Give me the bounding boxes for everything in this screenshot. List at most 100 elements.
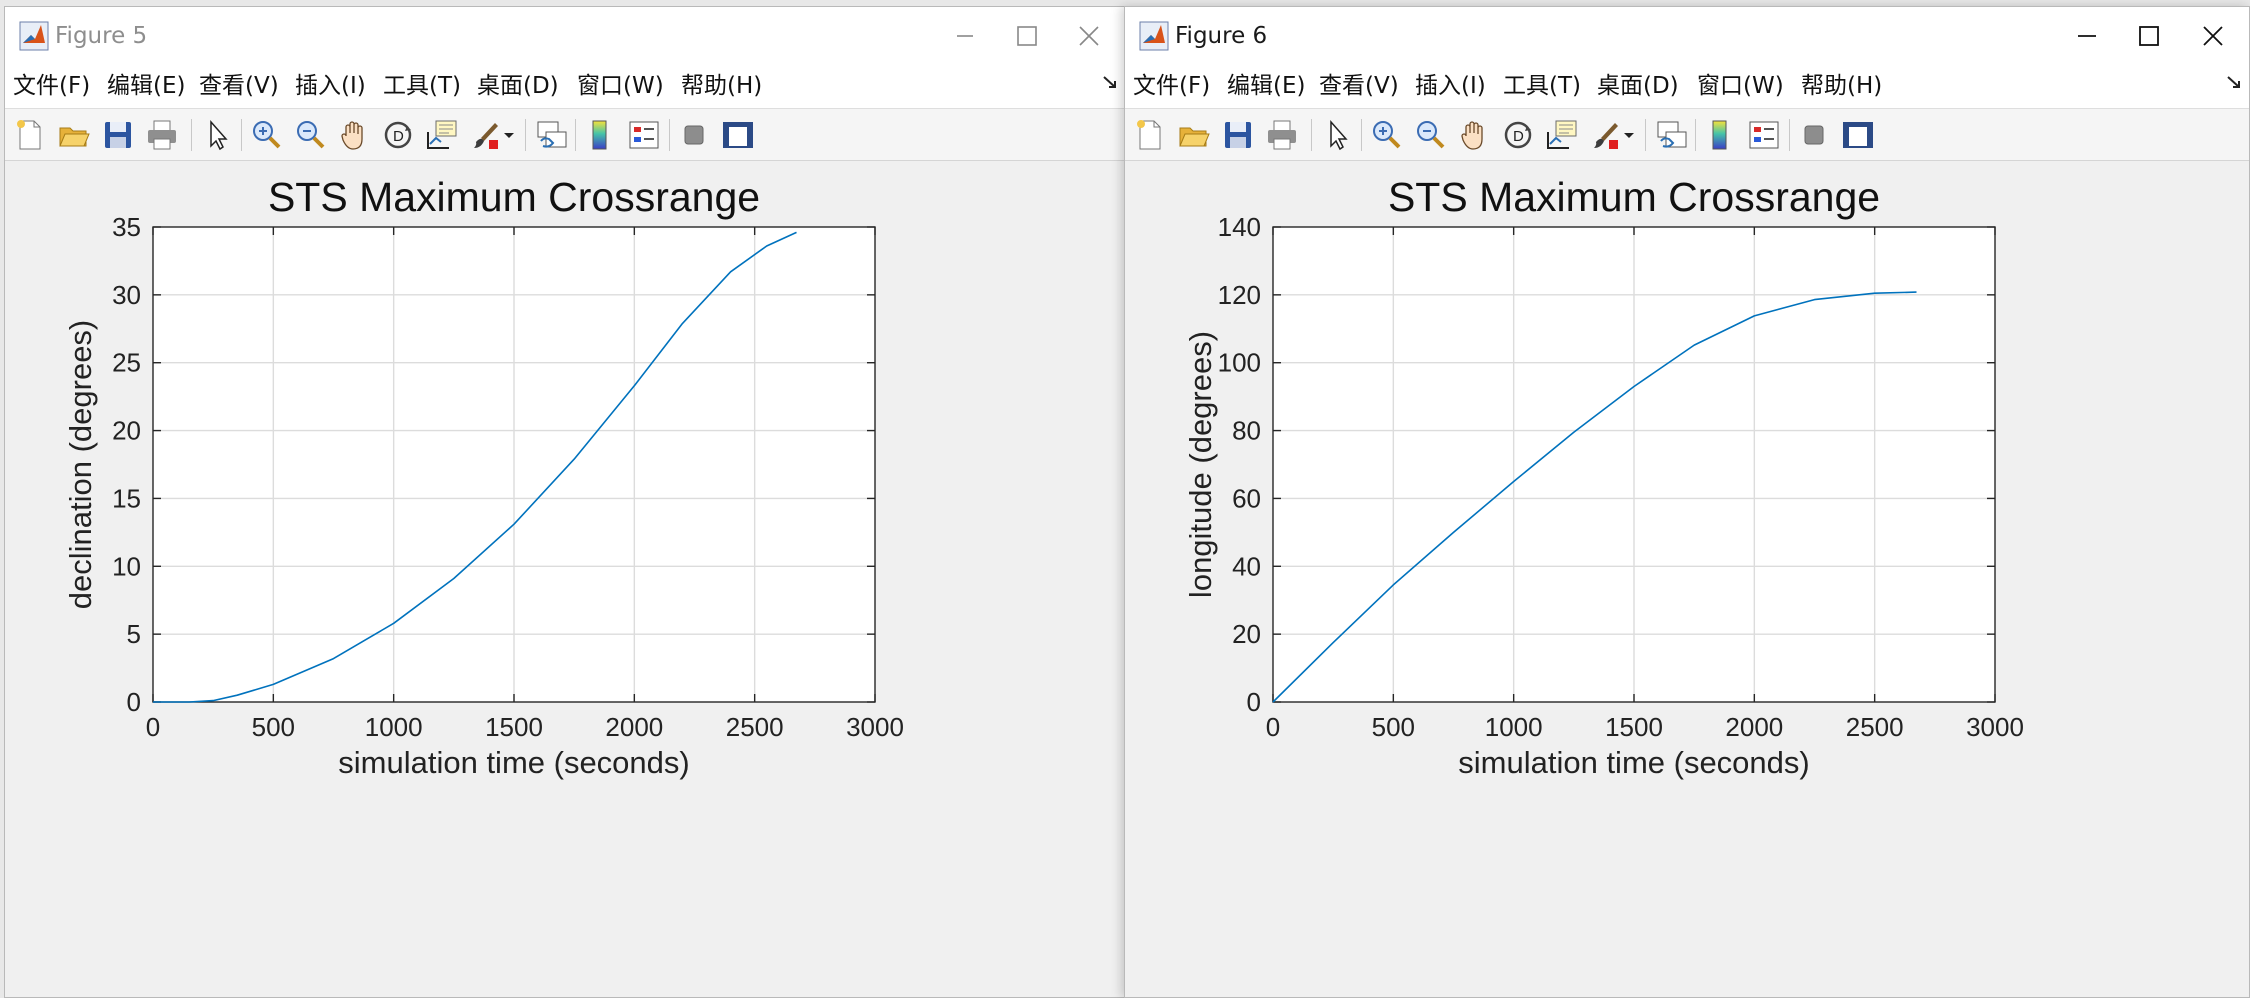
- x-tick-label: 500: [1372, 712, 1415, 742]
- brush-dropdown-icon[interactable]: [1621, 118, 1639, 152]
- zoom-in-icon[interactable]: [1369, 118, 1403, 152]
- new-figure-icon[interactable]: [1133, 118, 1167, 152]
- menu-view[interactable]: 查看(V): [199, 71, 279, 101]
- chart-title: STS Maximum Crossrange: [268, 174, 760, 220]
- close-icon: [1079, 26, 1099, 46]
- maximize-button[interactable]: [2119, 11, 2179, 61]
- x-tick-label: 2000: [605, 712, 663, 742]
- legend-icon[interactable]: [627, 118, 661, 152]
- figure-toolbar: D: [1125, 109, 2249, 161]
- menu-view[interactable]: 查看(V): [1319, 71, 1399, 101]
- chart-title: STS Maximum Crossrange: [1388, 174, 1880, 220]
- data-cursor-icon[interactable]: [1545, 118, 1579, 152]
- colorbar-icon[interactable]: [583, 118, 617, 152]
- toolbar-separator: [575, 119, 576, 151]
- line-chart: 0 500 1000 1500 2000 2500 3000 0 20 40 60 80 100 120 1…: [1183, 174, 2024, 780]
- y-tick-label: 140: [1218, 212, 1261, 242]
- toolbar-separator: [191, 119, 192, 151]
- toolbar-separator: [1695, 119, 1696, 151]
- toolbar-separator: [669, 119, 670, 151]
- x-tick-label: 1500: [485, 712, 543, 742]
- toolbar-separator: [1645, 119, 1646, 151]
- y-tick-label: 0: [1247, 687, 1261, 717]
- open-file-icon[interactable]: [1177, 118, 1211, 152]
- open-file-icon[interactable]: [57, 118, 91, 152]
- rotate-3d-icon[interactable]: D: [381, 118, 415, 152]
- x-tick-label: 2500: [726, 712, 784, 742]
- menu-file[interactable]: 文件(F): [1133, 71, 1210, 101]
- edit-plot-icon[interactable]: [201, 118, 235, 152]
- y-axis-label: declination (degrees): [63, 320, 98, 610]
- x-tick-label: 0: [1266, 712, 1280, 742]
- edit-plot-icon[interactable]: [1321, 118, 1355, 152]
- menu-insert[interactable]: 插入(I): [1415, 71, 1486, 101]
- hide-plot-tools-icon[interactable]: [677, 118, 711, 152]
- minimize-button[interactable]: [935, 11, 995, 61]
- menu-desktop[interactable]: 桌面(D): [477, 71, 559, 101]
- show-plot-tools-icon[interactable]: [1841, 118, 1875, 152]
- menu-desktop[interactable]: 桌面(D): [1597, 71, 1679, 101]
- toolbar-separator: [1311, 119, 1312, 151]
- x-tick-label: 0: [146, 712, 160, 742]
- pan-icon[interactable]: [1457, 118, 1491, 152]
- menu-file[interactable]: 文件(F): [13, 71, 90, 101]
- menu-overflow-icon[interactable]: [1101, 73, 1119, 95]
- y-tick-label: 25: [112, 348, 141, 378]
- rotate-3d-icon[interactable]: D: [1501, 118, 1535, 152]
- x-tick-label: 1000: [1485, 712, 1543, 742]
- menu-edit[interactable]: 编辑(E): [1227, 71, 1305, 101]
- print-icon[interactable]: [1265, 118, 1299, 152]
- title-bar[interactable]: Figure 6: [1125, 7, 2249, 65]
- data-cursor-icon[interactable]: [425, 118, 459, 152]
- close-icon: [2203, 26, 2223, 46]
- close-button[interactable]: [2183, 11, 2243, 61]
- new-figure-icon[interactable]: [13, 118, 47, 152]
- hide-plot-tools-icon[interactable]: [1797, 118, 1831, 152]
- maximize-icon: [2139, 26, 2159, 46]
- x-axis-label: simulation time (seconds): [338, 745, 689, 780]
- zoom-out-icon[interactable]: [293, 118, 327, 152]
- x-tick-label: 2000: [1725, 712, 1783, 742]
- menu-window[interactable]: 窗口(W): [577, 71, 664, 101]
- zoom-in-icon[interactable]: [249, 118, 283, 152]
- x-tick-label: 3000: [846, 712, 904, 742]
- pan-icon[interactable]: [337, 118, 371, 152]
- menu-tools[interactable]: 工具(T): [383, 71, 461, 101]
- y-tick-label: 20: [112, 416, 141, 446]
- x-tick-label: 2500: [1846, 712, 1904, 742]
- y-tick-label: 15: [112, 483, 141, 513]
- show-plot-tools-icon[interactable]: [721, 118, 755, 152]
- menu-tools[interactable]: 工具(T): [1503, 71, 1581, 101]
- maximize-button[interactable]: [997, 11, 1057, 61]
- close-button[interactable]: [1059, 11, 1119, 61]
- menu-overflow-icon[interactable]: [2225, 73, 2243, 95]
- brush-dropdown-icon[interactable]: [501, 118, 519, 152]
- toolbar-separator: [1361, 119, 1362, 151]
- zoom-out-icon[interactable]: [1413, 118, 1447, 152]
- figure-toolbar: D: [5, 109, 1125, 161]
- colorbar-icon[interactable]: [1703, 118, 1737, 152]
- menu-edit[interactable]: 编辑(E): [107, 71, 185, 101]
- save-icon[interactable]: [101, 118, 135, 152]
- brush-icon[interactable]: [469, 118, 503, 152]
- link-plot-icon[interactable]: [535, 118, 569, 152]
- menu-insert[interactable]: 插入(I): [295, 71, 366, 101]
- title-bar[interactable]: Figure 5: [5, 7, 1125, 65]
- menu-help[interactable]: 帮助(H): [681, 71, 762, 101]
- y-tick-label: 120: [1218, 280, 1261, 310]
- menu-help[interactable]: 帮助(H): [1801, 71, 1882, 101]
- figure-5-window: Figure 5 文件(F) 编辑(E) 查看(V) 插入(I) 工具(T) 桌…: [4, 6, 1126, 998]
- y-tick-label: 20: [1232, 619, 1261, 649]
- legend-icon[interactable]: [1747, 118, 1781, 152]
- minimize-button[interactable]: [2057, 11, 2117, 61]
- print-icon[interactable]: [145, 118, 179, 152]
- brush-icon[interactable]: [1589, 118, 1623, 152]
- line-chart: 0 500 1000 1500 2000 2500 3000 0 5 10 15 20 25 30 35 ST…: [63, 174, 904, 780]
- link-plot-icon[interactable]: [1655, 118, 1689, 152]
- matlab-logo-icon: [19, 21, 49, 51]
- svg-text:D: D: [393, 128, 404, 145]
- menu-window[interactable]: 窗口(W): [1697, 71, 1784, 101]
- window-title: Figure 6: [1175, 23, 1268, 49]
- save-icon[interactable]: [1221, 118, 1255, 152]
- menu-bar: 文件(F) 编辑(E) 查看(V) 插入(I) 工具(T) 桌面(D) 窗口(W…: [5, 65, 1125, 109]
